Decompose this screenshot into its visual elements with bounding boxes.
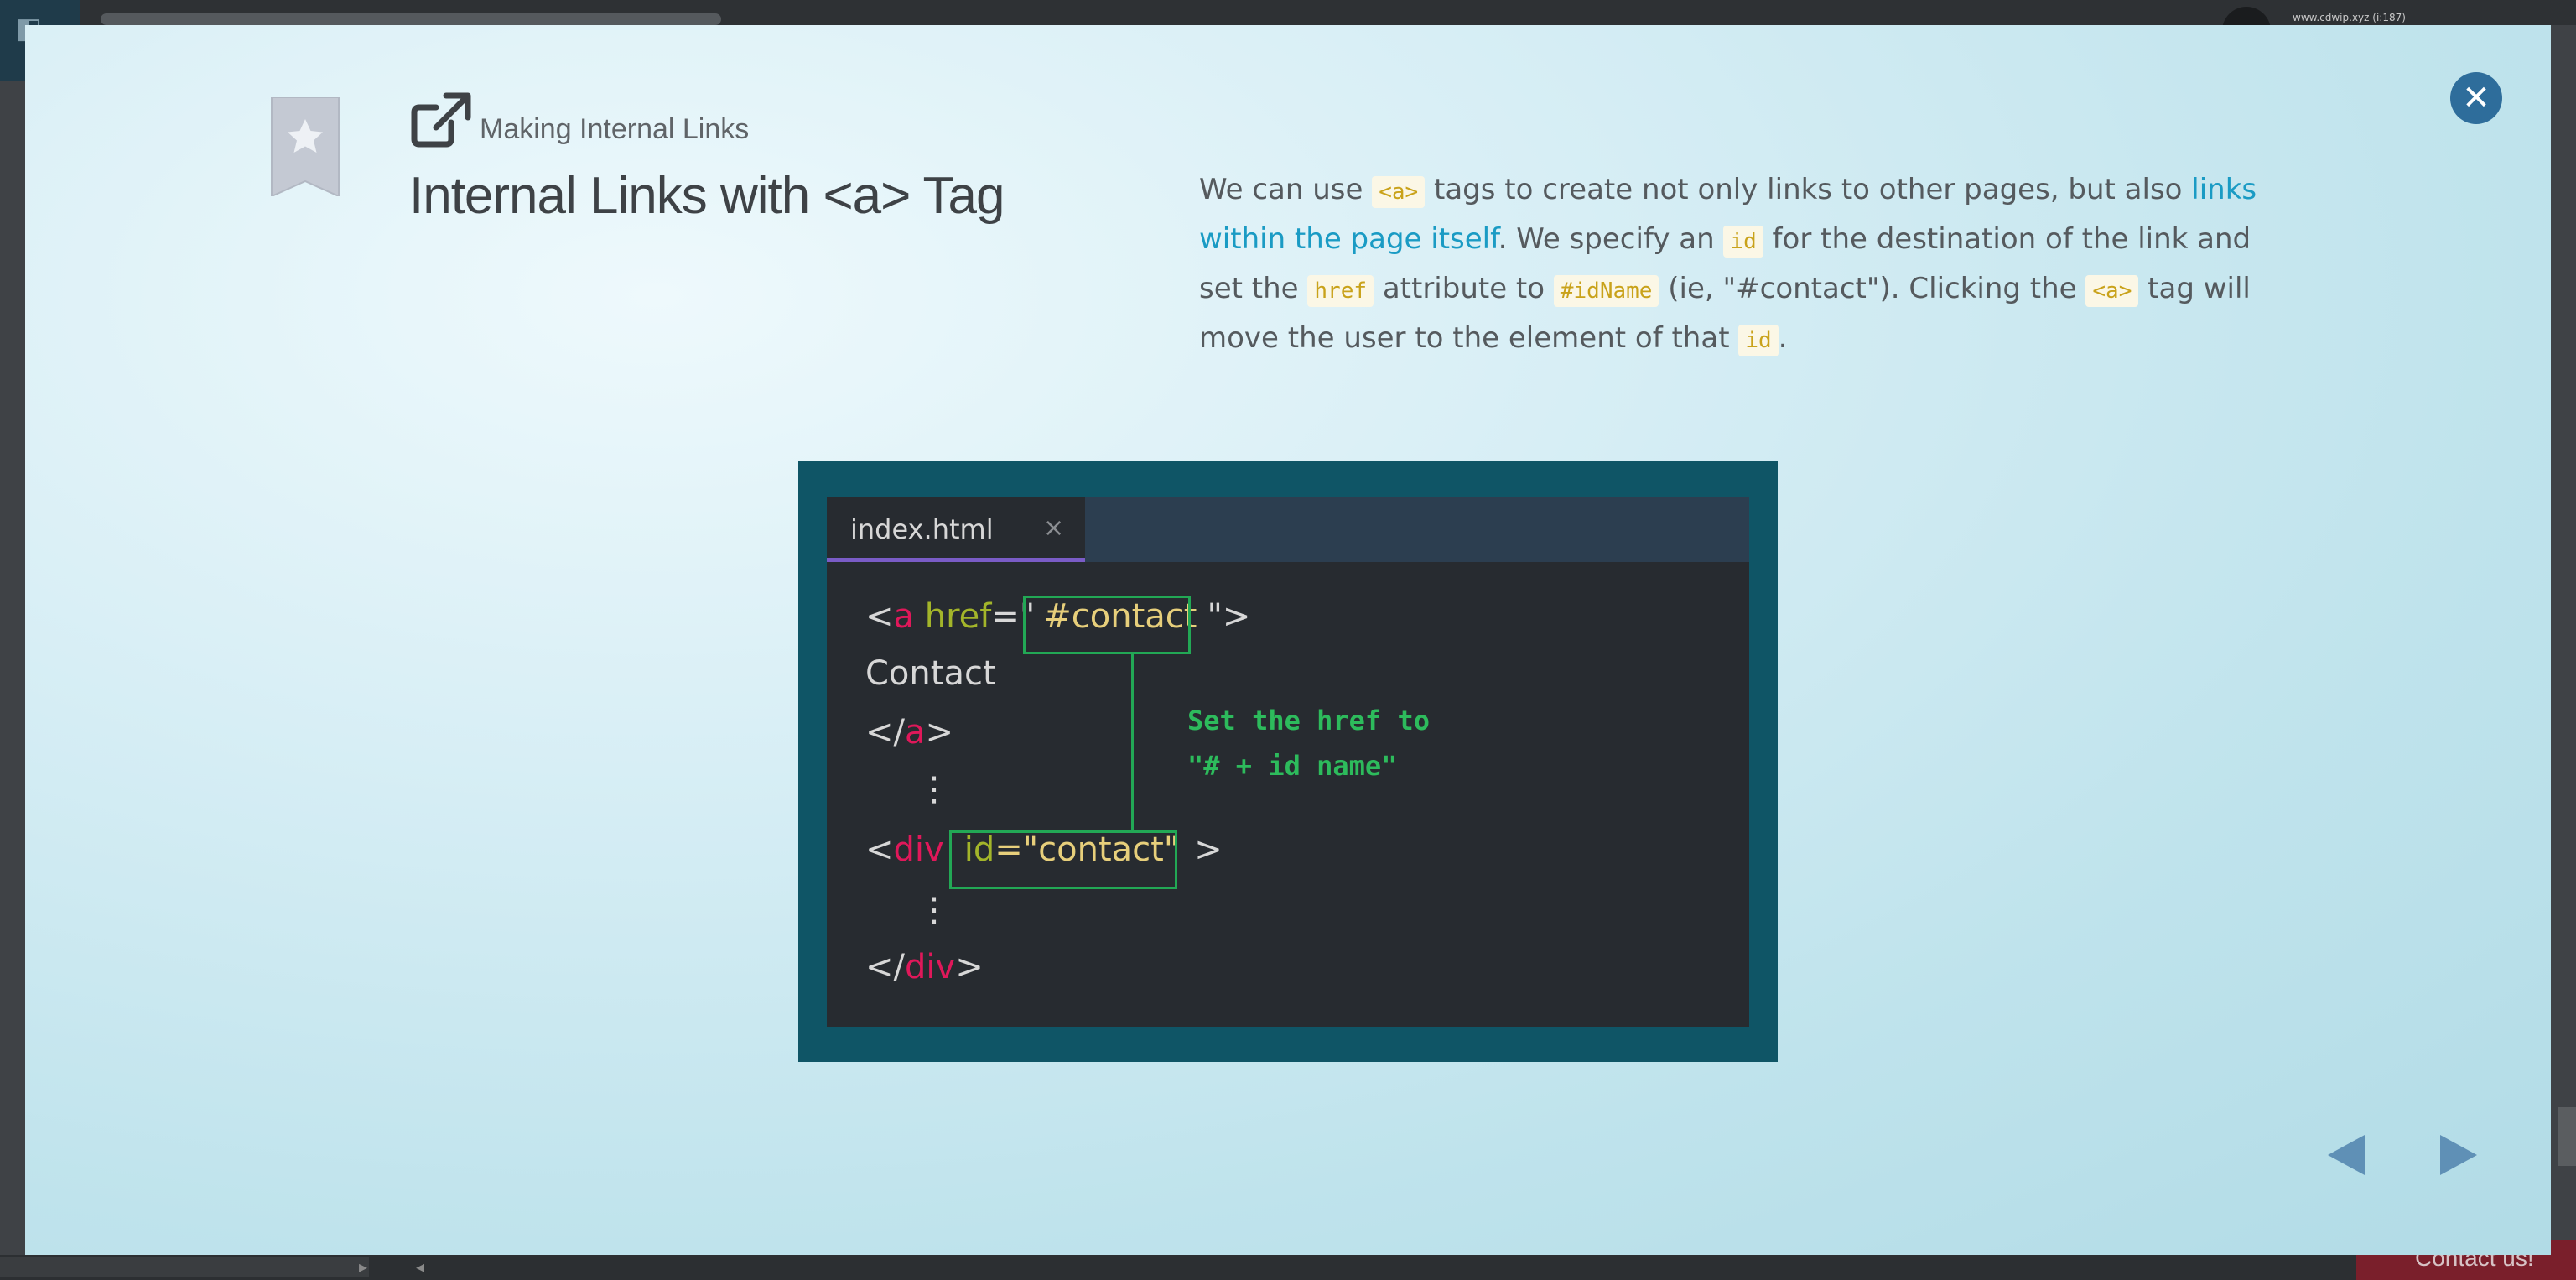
- background-user-email: www.cdwip.xyz (i:187): [2293, 12, 2406, 23]
- code-ellipsis: ⋮: [917, 770, 951, 809]
- inline-code: <a>: [1372, 176, 1426, 208]
- desc-text: (ie, "#contact"). Clicking the: [1659, 272, 2086, 305]
- code-tag: div: [905, 948, 956, 986]
- code-editor: index.html × <a href=" #contact "> Contact…: [827, 497, 1749, 1027]
- code-line-3: </a>: [865, 713, 953, 752]
- background-horizontal-scrollbar: [0, 1257, 369, 1277]
- scroll-right-arrow-icon: ▸: [359, 1257, 368, 1277]
- code-token: >: [925, 713, 954, 752]
- inline-code: <a>: [2085, 275, 2139, 307]
- scroll-left-arrow-icon: ◂: [416, 1257, 425, 1277]
- code-tag: a: [905, 713, 926, 752]
- code-tag: a: [893, 597, 915, 636]
- code-token: </: [865, 948, 905, 986]
- close-icon: ✕: [2462, 79, 2490, 117]
- desc-text: attribute to: [1374, 272, 1554, 305]
- desc-text: We can use: [1199, 173, 1373, 206]
- desc-text: .: [1778, 321, 1788, 355]
- code-token: >: [955, 948, 984, 986]
- inline-code: href: [1307, 275, 1374, 307]
- lesson-eyebrow: Making Internal Links: [480, 113, 750, 145]
- annotation-line-2: "# + id name": [1187, 750, 1398, 782]
- id-attribute-highlight-box: [949, 830, 1177, 889]
- desc-text: tags to create not only links to other p…: [1425, 173, 2192, 206]
- lesson-description: We can use <a> tags to create not only l…: [1199, 166, 2264, 364]
- tab-close-icon: ×: [1043, 513, 1065, 543]
- code-figure: index.html × <a href=" #contact "> Contact…: [798, 461, 1778, 1062]
- editor-tab: index.html ×: [827, 497, 1085, 562]
- lesson-title: Internal Links with <a> Tag: [409, 167, 1005, 225]
- code-line-7: </div>: [865, 948, 984, 986]
- next-slide-button[interactable]: [2432, 1132, 2479, 1178]
- editor-tab-label: index.html: [850, 513, 994, 545]
- bookmark-star-icon[interactable]: [270, 97, 340, 196]
- lesson-modal: ✕ Making Internal Links Internal Links w…: [25, 25, 2551, 1255]
- code-token: <: [865, 830, 894, 869]
- code-token: ">: [1207, 597, 1251, 636]
- desc-text: . We specify an: [1498, 222, 1724, 256]
- code-token: <: [865, 597, 894, 636]
- code-ellipsis: ⋮: [917, 891, 951, 929]
- code-token: </: [865, 713, 905, 752]
- inline-code: id: [1738, 325, 1779, 356]
- background-search-bar: [101, 13, 721, 25]
- triangle-left-icon: [2328, 1135, 2365, 1175]
- connector-line: [1131, 654, 1134, 832]
- previous-slide-button[interactable]: [2326, 1132, 2373, 1178]
- href-value-highlight-box: [1023, 596, 1191, 654]
- editor-tab-bar: index.html ×: [827, 497, 1749, 562]
- background-vertical-scrollbar: [2558, 1107, 2576, 1166]
- triangle-right-icon: [2440, 1135, 2477, 1175]
- close-button[interactable]: ✕: [2450, 72, 2502, 124]
- code-line-2: Contact: [865, 654, 996, 693]
- code-attr: href: [924, 597, 992, 636]
- background-bottom-bar: [0, 1255, 2576, 1280]
- inline-code: id: [1723, 226, 1763, 258]
- code-token: >: [1194, 830, 1223, 869]
- external-link-icon: [411, 92, 471, 148]
- inline-code: #idName: [1553, 275, 1659, 307]
- annotation-line-1: Set the href to: [1187, 705, 1430, 736]
- code-tag: div: [893, 830, 944, 869]
